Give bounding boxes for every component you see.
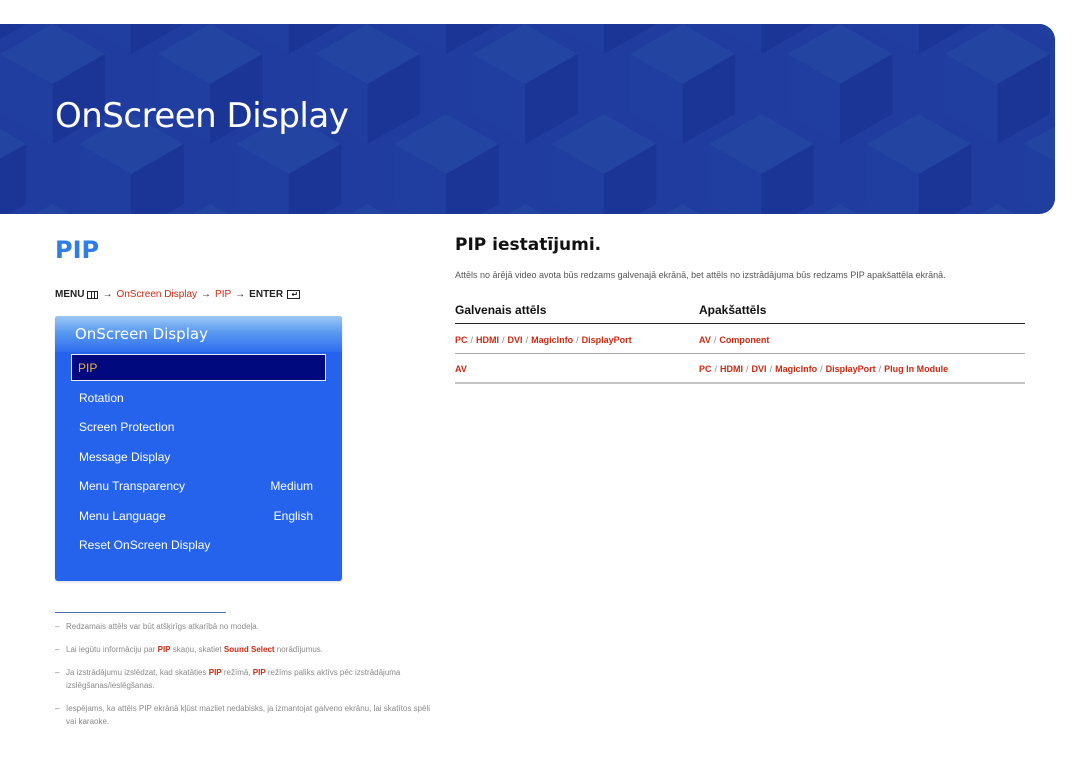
osd-item-label: Menu Transparency bbox=[79, 478, 186, 493]
osd-item-reset-onscreen-display[interactable]: Reset OnScreen Display bbox=[71, 531, 326, 558]
table-header: Galvenais attēls Apakšattēls bbox=[455, 297, 1025, 324]
arrow-icon: → bbox=[235, 289, 246, 300]
footnote-text: Lai iegūtu informāciju par bbox=[66, 645, 158, 654]
footnote-text: Ja izstrādājumu izslēdzat, kad skatāties bbox=[66, 668, 209, 677]
source-hdmi: HDMI bbox=[476, 334, 500, 345]
menu-path-menu: MENU bbox=[55, 289, 85, 300]
footnote: Redzamais attēls var būt atšķirīgs atkar… bbox=[55, 620, 435, 633]
osd-item-label: Reset OnScreen Display bbox=[79, 537, 211, 552]
separator: / bbox=[576, 334, 579, 345]
footnote-text: režīmā, bbox=[221, 668, 253, 677]
osd-menu-panel: OnScreen Display PIP Rotation Screen Pro… bbox=[55, 316, 342, 581]
osd-item-label: Rotation bbox=[79, 390, 124, 405]
arrow-icon: → bbox=[102, 289, 113, 300]
footnote-text: Redzamais attēls var būt atšķirīgs atkar… bbox=[66, 622, 259, 631]
separator: / bbox=[713, 334, 717, 345]
source-magicinfo: MagicInfo bbox=[775, 364, 818, 374]
highlighted-term: PIP bbox=[157, 645, 171, 654]
osd-item-value: Medium bbox=[270, 478, 313, 493]
source-displayport: DisplayPort bbox=[825, 364, 876, 374]
osd-item-label: Screen Protection bbox=[79, 419, 175, 434]
separator: / bbox=[820, 364, 823, 374]
sub-picture-sources: PC / HDMI / DVI / MagicInfo / DisplayPort / Plug I… bbox=[699, 359, 1025, 377]
osd-item-rotation[interactable]: Rotation bbox=[71, 384, 326, 411]
source-magicinfo: MagicInfo bbox=[531, 334, 574, 345]
osd-item-menu-language[interactable]: Menu Language English bbox=[71, 502, 326, 529]
pip-settings-table: Galvenais attēls Apakšattēls PC / HDMI / DVI… bbox=[455, 297, 1025, 384]
source-av: AV bbox=[455, 364, 467, 374]
separator: / bbox=[714, 364, 718, 374]
source-pc: PC bbox=[455, 334, 468, 345]
highlighted-term: PIP bbox=[208, 668, 222, 677]
source-pc: PC bbox=[699, 364, 712, 374]
osd-item-message-display[interactable]: Message Display bbox=[71, 443, 326, 470]
footnote: Lai iegūtu informāciju par PIP skaņu, sk… bbox=[55, 643, 435, 656]
arrow-icon: → bbox=[201, 289, 212, 300]
main-picture-sources: AV bbox=[455, 359, 699, 377]
menu-path-step-onscreen-display: OnScreen Display bbox=[116, 289, 198, 300]
source-hdmi: HDMI bbox=[720, 364, 744, 374]
footnote: Iespējams, ka attēls PIP ekrānā kļūst ma… bbox=[55, 702, 435, 728]
osd-item-label: PIP bbox=[78, 360, 98, 375]
footnote: Ja izstrādājumu izslēdzat, kad skatāties… bbox=[55, 666, 435, 692]
separator: / bbox=[769, 364, 773, 374]
source-dvi: DVI bbox=[507, 334, 523, 345]
separator: / bbox=[525, 334, 529, 345]
banner-title: OnScreen Display bbox=[55, 96, 349, 136]
osd-item-label: Message Display bbox=[79, 449, 171, 464]
osd-menu-header: OnScreen Display bbox=[55, 316, 342, 352]
column-header-sub-picture: Apakšattēls bbox=[699, 303, 767, 317]
menu-grid-icon bbox=[87, 290, 99, 299]
table-row: PC / HDMI / DVI / MagicInfo / DisplayPort AV / Com… bbox=[455, 324, 1025, 354]
section-title: PIP bbox=[55, 236, 100, 264]
menu-path-breadcrumb: MENU → OnScreen Display → PIP → ENTER ↵ bbox=[55, 289, 301, 300]
osd-item-label: Menu Language bbox=[79, 508, 166, 523]
footnote-text: Iespējams, ka attēls PIP ekrānā kļūst ma… bbox=[66, 704, 431, 726]
header-banner: OnScreen Display bbox=[0, 24, 1055, 214]
main-picture-sources: PC / HDMI / DVI / MagicInfo / DisplayPort bbox=[455, 330, 699, 348]
footnote-divider bbox=[55, 612, 226, 613]
sub-picture-sources: AV / Component bbox=[699, 330, 1025, 348]
separator: / bbox=[470, 334, 474, 345]
source-dvi: DVI bbox=[751, 364, 767, 374]
separator: / bbox=[878, 364, 882, 374]
source-component: Component bbox=[719, 334, 770, 345]
column-header-main-picture: Galvenais attēls bbox=[455, 303, 547, 317]
settings-title: PIP iestatījumi. bbox=[455, 235, 602, 255]
separator: / bbox=[746, 364, 749, 374]
source-displayport: DisplayPort bbox=[581, 334, 632, 345]
enter-icon: ↵ bbox=[287, 290, 301, 299]
footnote-text: skaņu, skatiet bbox=[170, 645, 224, 654]
footnotes: Redzamais attēls var būt atšķirīgs atkar… bbox=[55, 620, 435, 738]
highlighted-term: PIP bbox=[252, 668, 266, 677]
table-row: AV PC / HDMI / DVI / MagicInfo / DisplayPort / Plu… bbox=[455, 354, 1025, 384]
source-av: AV bbox=[699, 334, 711, 345]
settings-description: Attēls no ārējā video avota būs redzams … bbox=[455, 270, 946, 280]
osd-item-screen-protection[interactable]: Screen Protection bbox=[71, 413, 326, 440]
separator: / bbox=[502, 334, 505, 345]
footnote-text: norādījumus. bbox=[274, 645, 324, 654]
osd-item-menu-transparency[interactable]: Menu Transparency Medium bbox=[71, 472, 326, 499]
osd-item-value: English bbox=[273, 508, 313, 523]
menu-path-step-pip: PIP bbox=[215, 289, 232, 300]
osd-item-pip[interactable]: PIP bbox=[71, 354, 326, 381]
source-plug-in-module: Plug In Module bbox=[884, 364, 949, 374]
menu-path-enter: ENTER bbox=[249, 289, 284, 300]
highlighted-term: Sound Select bbox=[223, 645, 275, 654]
